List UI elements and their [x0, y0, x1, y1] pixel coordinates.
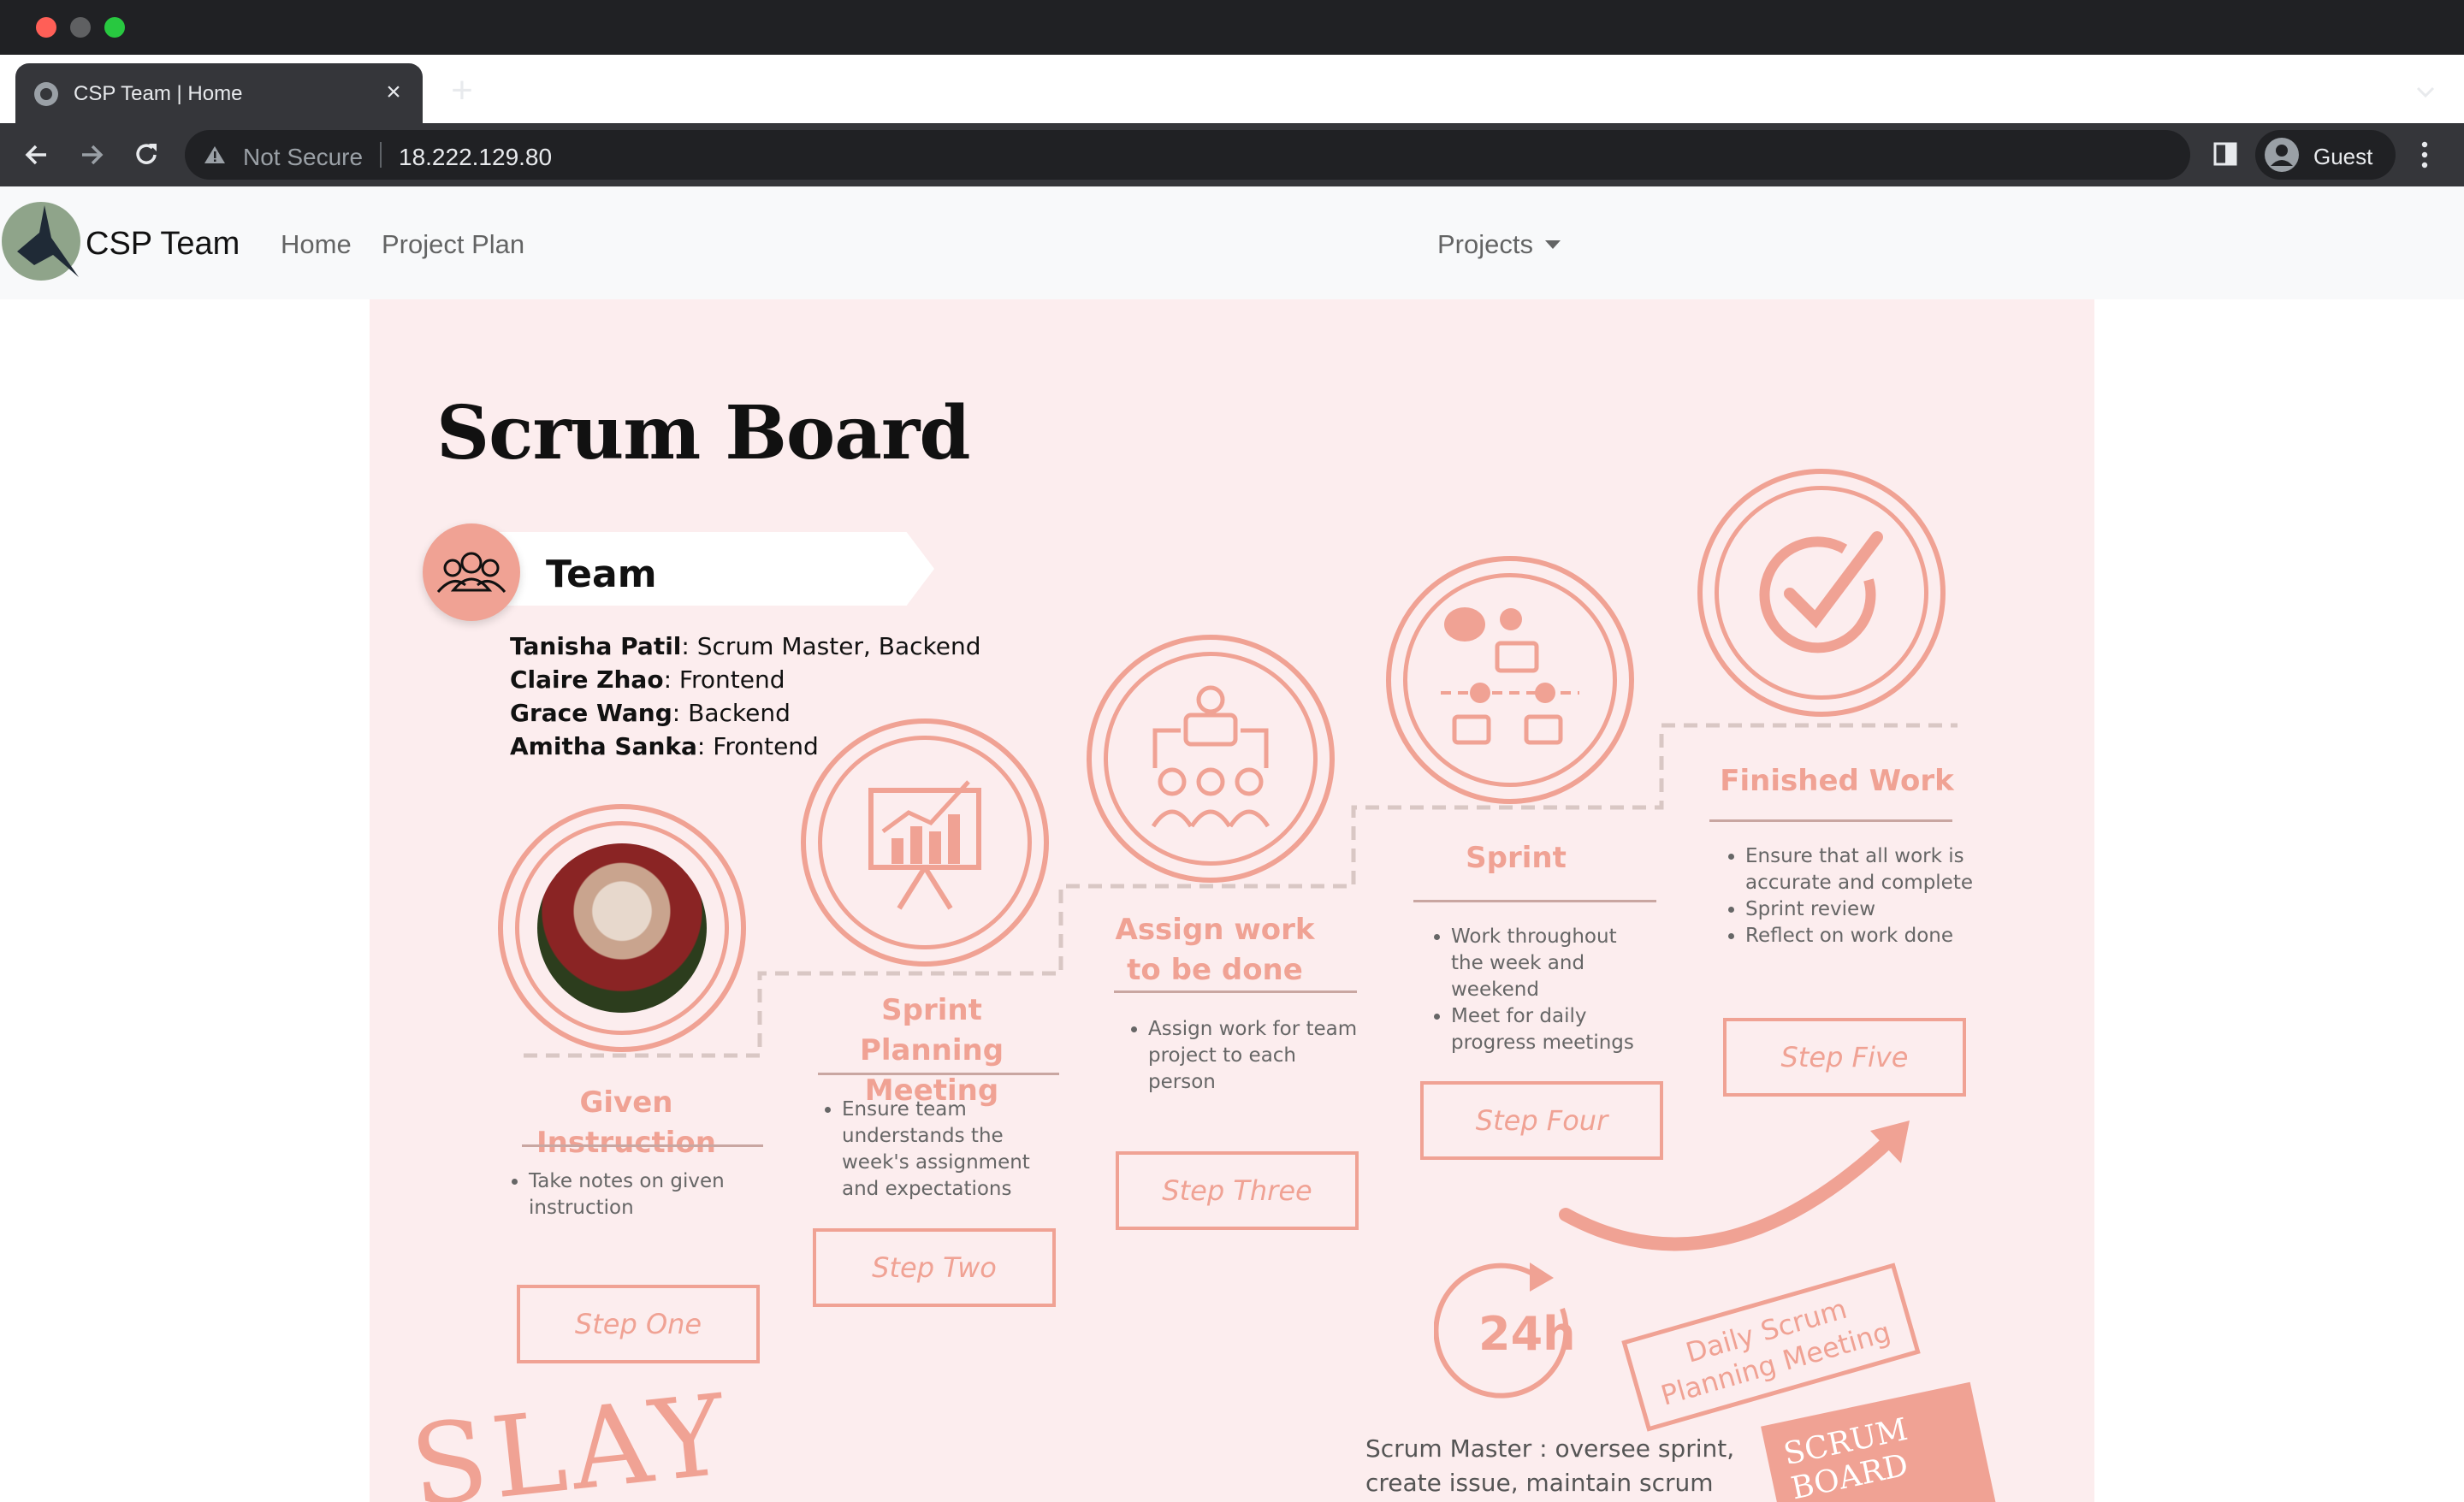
board-title: Scrum Board [436, 390, 970, 476]
nav-link-home[interactable]: Home [281, 229, 352, 260]
step-five-rule [1709, 819, 1952, 822]
step-two-bullets: Ensure team understands the week's assig… [813, 1097, 1044, 1203]
nav-link-project-plan[interactable]: Project Plan [382, 229, 524, 260]
step-five-title: Finished Work [1720, 764, 1954, 798]
team-banner [472, 532, 934, 606]
step-two-title: Sprint Planning Meeting [859, 993, 1004, 1108]
profile-button[interactable]: Guest [2255, 130, 2396, 180]
team-heading: Team [546, 553, 657, 596]
team-assign-icon [1151, 685, 1270, 828]
step-three-label: Step Three [1116, 1151, 1359, 1230]
avatar-icon [2265, 138, 2299, 172]
minimize-window-button[interactable] [70, 17, 91, 38]
step-four-label: Step Four [1420, 1081, 1663, 1160]
bullet-item: Ensure team understands the week's assig… [842, 1097, 1044, 1203]
address-bar[interactable]: Not Secure 18.222.129.80 [185, 130, 2190, 180]
bullet-item: Work throughout the week and weekend [1451, 924, 1653, 1003]
site-navbar: CSP Team Home Project Plan Projects [0, 186, 2464, 299]
close-window-button[interactable] [36, 17, 56, 38]
instructor-photo [537, 843, 707, 1013]
bullet-item: Take notes on given instruction [529, 1168, 739, 1221]
tab-close-icon[interactable]: × [378, 77, 409, 108]
step-one-rule [522, 1144, 763, 1147]
bullet-item: Meet for daily progress meetings [1451, 1003, 1653, 1056]
bullet-item: Ensure that all work is accurate and com… [1745, 843, 1973, 896]
bullet-item: Sprint review [1745, 896, 1973, 923]
step-two-label: Step Two [813, 1228, 1056, 1307]
presentation-chart-icon [868, 780, 981, 910]
step-three-rule [1114, 990, 1357, 993]
scrum-board-graphic: Scrum Board Team Tanisha Patil: Scrum Ma… [370, 299, 2094, 1502]
step-four-rule [1413, 900, 1656, 902]
forward-icon[interactable] [74, 137, 110, 173]
projects-dropdown-label: Projects [1437, 229, 1533, 259]
warning-icon[interactable] [204, 145, 226, 164]
step-one-label: Step One [517, 1285, 760, 1363]
browser-toolbar: Not Secure 18.222.129.80 Guest [0, 123, 2464, 186]
step-five-label: Step Five [1723, 1018, 1966, 1097]
bullet-item: Assign work for team project to each per… [1148, 1016, 1367, 1096]
globe-icon [34, 82, 58, 106]
projects-dropdown[interactable]: Projects [1437, 229, 1561, 260]
brand-name[interactable]: CSP Team [86, 226, 240, 263]
tab-search-icon[interactable] [2413, 79, 2438, 104]
step-two-rule [818, 1073, 1059, 1075]
team-icon [423, 523, 520, 621]
scrum-master-note: Scrum Master : oversee sprint, create is… [1365, 1434, 1735, 1497]
step-one-title: Given Instruction [536, 1085, 716, 1160]
more-options-icon[interactable] [2414, 139, 2435, 171]
clock-label: 24h [1478, 1307, 1576, 1361]
maximize-window-button[interactable] [104, 17, 125, 38]
step-three-title: Assign work to be done [1115, 913, 1315, 987]
browser-tab[interactable]: CSP Team | Home × [15, 63, 423, 123]
team-member: Claire Zhao: Frontend [510, 665, 785, 694]
clock-24h-icon: 24h [1434, 1263, 1576, 1399]
checkmark-icon [1759, 531, 1883, 653]
step-five-bullets: Ensure that all work is accurate and com… [1716, 843, 1973, 949]
tab-title: CSP Team | Home [74, 82, 243, 105]
url-text[interactable]: 18.222.129.80 [399, 144, 552, 171]
step-four-bullets: Work throughout the week and weekend Mee… [1422, 924, 1653, 1056]
bullet-item: Reflect on work done [1745, 923, 1973, 949]
side-panel-icon[interactable] [2212, 140, 2238, 168]
sprint-meeting-icon [1441, 607, 1579, 745]
security-label[interactable]: Not Secure [243, 144, 363, 171]
omnibox-divider [380, 142, 382, 168]
back-icon[interactable] [19, 137, 55, 173]
step-four-title: Sprint [1466, 841, 1567, 875]
step-one-bullets: Take notes on given instruction [500, 1168, 739, 1221]
new-tab-button[interactable]: + [445, 72, 479, 109]
profile-name: Guest [2313, 144, 2373, 169]
window-titlebar [0, 0, 2464, 55]
step-three-bullets: Assign work for team project to each per… [1119, 1016, 1367, 1096]
caret-down-icon [1544, 240, 1561, 249]
brand-logo-icon[interactable] [0, 198, 86, 284]
reload-icon[interactable] [128, 137, 164, 173]
team-member: Tanisha Patil: Scrum Master, Backend [510, 632, 981, 660]
